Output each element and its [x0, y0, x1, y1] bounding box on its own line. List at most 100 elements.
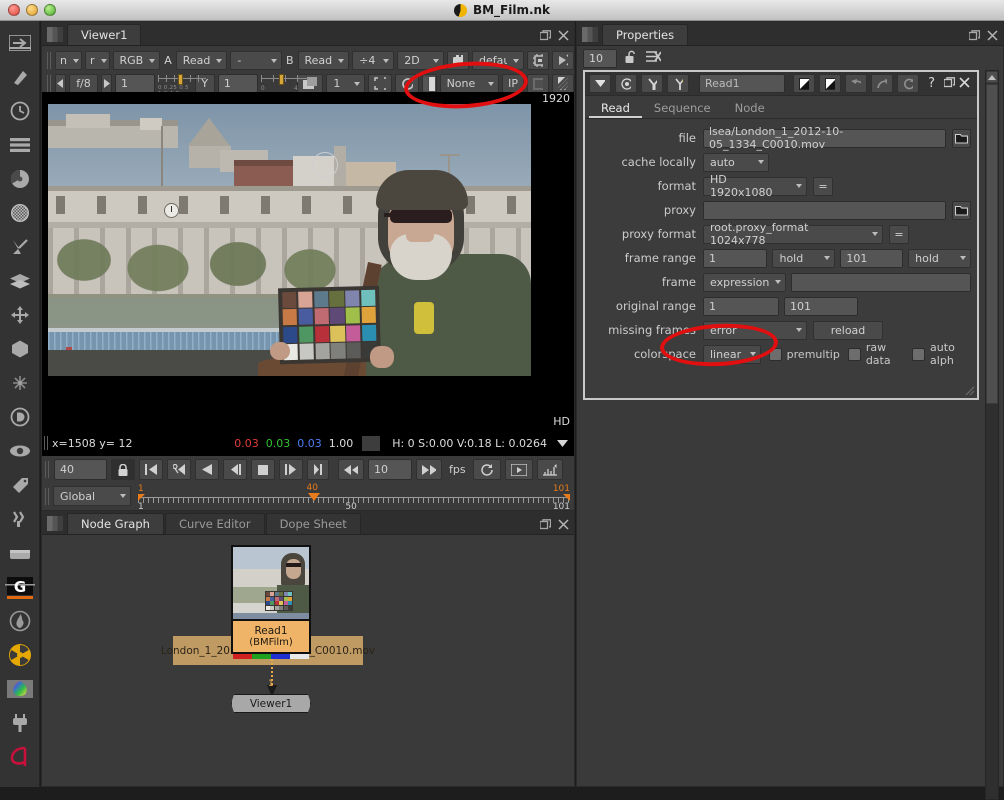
step-back-icon[interactable]	[223, 459, 247, 480]
play-range-icon[interactable]	[504, 459, 533, 480]
mask-icon[interactable]	[552, 51, 574, 70]
prev-icon[interactable]	[55, 74, 67, 93]
proxy-browse-icon[interactable]	[952, 200, 971, 220]
gamma-slider[interactable]: 0 4	[260, 73, 309, 94]
premultiplied-checkbox[interactable]	[768, 347, 782, 361]
knob-missing-frames[interactable]: missing frames error reload	[585, 319, 971, 341]
pause-icon[interactable]	[527, 74, 549, 93]
viewer-frame[interactable]	[48, 104, 531, 376]
fastforward-icon[interactable]	[416, 459, 442, 480]
format-dropdown[interactable]: HD 1920x1080	[703, 173, 807, 199]
tab-node[interactable]: Node	[723, 98, 777, 118]
viewer-toolbar[interactable]: n r RGB A Read - B Read ÷4 2D defaul	[42, 46, 574, 97]
unlock-icon[interactable]	[625, 50, 638, 67]
checkerboard-icon[interactable]	[552, 74, 574, 93]
nodegraph-panel-controls[interactable]	[540, 519, 569, 530]
proxy-format-dropdown[interactable]: root.proxy_format 1024x778	[703, 221, 883, 247]
colorspace-dropdown[interactable]: linear	[703, 344, 761, 364]
timeline-row[interactable]: Global 1 101 40 1 50 101	[42, 483, 574, 512]
timeline-drag-handle[interactable]	[45, 487, 50, 505]
transform-icon[interactable]	[3, 298, 37, 332]
float-panel-icon[interactable]	[969, 30, 980, 41]
colorchart-icon[interactable]	[3, 672, 37, 706]
node-name-field[interactable]: Read1	[699, 74, 786, 93]
play-forward-icon[interactable]	[279, 459, 303, 480]
ab-mode-dropdown[interactable]: -	[230, 51, 282, 70]
tab-node-graph[interactable]: Node Graph	[67, 513, 164, 534]
arri-icon[interactable]	[3, 740, 37, 774]
proxy-format-expression-button[interactable]: =	[889, 224, 909, 244]
refresh-icon[interactable]	[394, 74, 419, 93]
proxy-field[interactable]	[703, 200, 946, 220]
gain-stop-label[interactable]: f/8	[69, 74, 98, 93]
knob-frame-range[interactable]: frame range 1 hold 101 hold	[585, 247, 972, 269]
tab-viewer1[interactable]: Viewer1	[67, 24, 142, 45]
tab-properties[interactable]: Properties	[602, 24, 689, 45]
reload-button[interactable]: reload	[813, 320, 883, 340]
node-toolbar[interactable]: G	[0, 21, 40, 787]
mask-icon[interactable]	[667, 74, 689, 93]
tab-curve-editor[interactable]: Curve Editor	[164, 513, 265, 534]
channels-dropdown[interactable]: RGB	[112, 51, 161, 70]
frame-mode-dropdown[interactable]: expression	[703, 272, 787, 292]
gain-slider[interactable]: 0 0.25 0.5 1 2 4 8	[157, 73, 206, 97]
prev-keyframe-icon[interactable]	[167, 459, 191, 480]
play-backward-icon[interactable]	[195, 459, 219, 480]
current-frame-field[interactable]: 40	[54, 459, 107, 480]
viewer-tabstrip[interactable]: Viewer1	[42, 22, 574, 46]
cache-locally-dropdown[interactable]: auto	[703, 152, 769, 172]
swatch-a-icon[interactable]	[793, 74, 816, 93]
channel-icon[interactable]	[3, 128, 37, 162]
panel-grip-icon[interactable]	[47, 516, 63, 531]
wipe-icon[interactable]	[421, 74, 437, 93]
viewer-toolbar-row1[interactable]: n r RGB A Read - B Read ÷4 2D defaul	[44, 49, 574, 72]
knob-proxy-format[interactable]: proxy format root.proxy_format 1024x778 …	[585, 221, 971, 247]
auto-alpha-checkbox[interactable]	[912, 347, 926, 361]
node-graph-canvas[interactable]: London_1_2012-10-05_1334_C0010.mov	[43, 536, 573, 786]
transport-drag-handle[interactable]	[45, 461, 50, 478]
downres-dropdown[interactable]: ÷4	[352, 51, 395, 70]
frame-range-end-field[interactable]: 101	[840, 248, 904, 268]
gamma-value-field[interactable]: 1	[217, 74, 258, 93]
properties-panel-controls[interactable]	[969, 30, 998, 41]
lock-icon[interactable]	[111, 459, 135, 480]
missing-frames-dropdown[interactable]: error	[703, 320, 807, 340]
a-input-dropdown[interactable]: Read	[175, 51, 228, 70]
gain-value-field[interactable]: 1	[114, 74, 155, 93]
playhead-marker[interactable]	[307, 493, 320, 501]
revert-icon[interactable]	[897, 74, 920, 93]
viewer-panel-controls[interactable]	[540, 30, 569, 41]
rewind-icon[interactable]	[338, 459, 364, 480]
views-icon[interactable]	[3, 434, 37, 468]
out-point-marker[interactable]	[563, 494, 570, 501]
ip-toggle-button[interactable]: IP	[502, 74, 524, 93]
keyer-icon[interactable]	[3, 230, 37, 264]
3d-icon[interactable]	[3, 332, 37, 366]
roi-icon[interactable]	[447, 51, 469, 70]
first-frame-icon[interactable]	[139, 459, 163, 480]
redo-icon[interactable]	[871, 74, 894, 93]
chevron-down-icon[interactable]	[557, 437, 568, 450]
proxy-scale-dropdown[interactable]: 1	[326, 74, 365, 93]
properties-tabstrip[interactable]: Properties	[577, 22, 1003, 46]
frame-range-start-field[interactable]: 1	[703, 248, 768, 268]
node-viewer1[interactable]: Viewer1	[231, 694, 311, 713]
frame-range-before-dropdown[interactable]: hold	[772, 248, 836, 268]
file-field[interactable]: lsea/London_1_2012-10-05_1334_C0010.mov	[703, 125, 946, 151]
plugin-icon[interactable]	[3, 706, 37, 740]
other-icon[interactable]	[3, 536, 37, 570]
node-properties-header[interactable]: Read1 ?	[585, 72, 977, 96]
status-drag-handle[interactable]	[44, 436, 49, 450]
toolbar-drag-handle-2[interactable]	[47, 75, 52, 92]
nodegraph-tabstrip[interactable]: Node Graph Curve Editor Dope Sheet	[42, 511, 574, 535]
float-panel-icon[interactable]	[540, 519, 551, 530]
b-input-dropdown[interactable]: Read	[297, 51, 350, 70]
close-panel-icon[interactable]	[987, 30, 998, 41]
transport-row[interactable]: 40 10 fps	[42, 456, 574, 483]
node-read1-thumbnail[interactable]	[231, 545, 311, 621]
particles-icon[interactable]	[3, 366, 37, 400]
node-read1[interactable]: Read1 (BMFilm)	[231, 621, 311, 654]
tab-read[interactable]: Read	[589, 98, 642, 118]
node-icon[interactable]	[641, 74, 663, 93]
viewer-input-r[interactable]: r	[84, 51, 110, 70]
